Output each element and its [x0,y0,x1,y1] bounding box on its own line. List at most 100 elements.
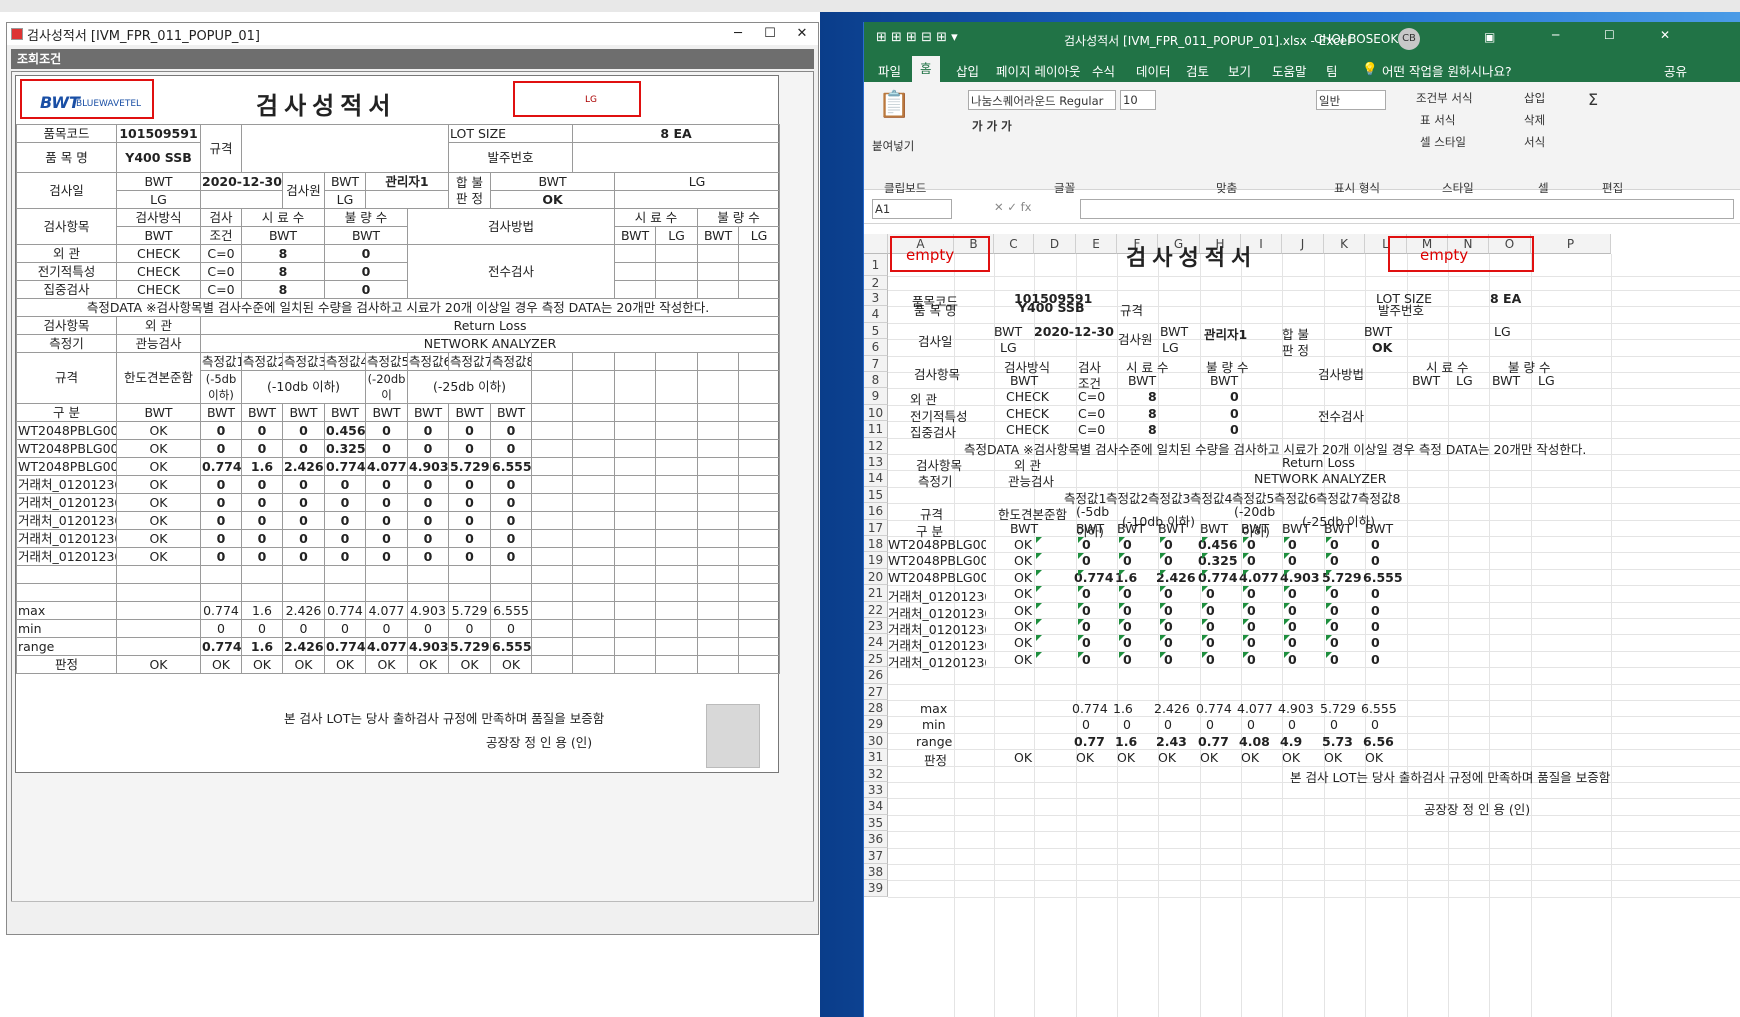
cell: 0 [1082,717,1090,733]
format-as-table-button[interactable]: 표 서식 [1420,112,1455,128]
cell: 5.729 [1320,701,1356,716]
row-header[interactable]: 6 [864,339,888,356]
tell-me-input[interactable]: 어떤 작업을 원하시나요? [1382,61,1512,80]
row-header[interactable]: 26 [864,667,888,684]
row-header[interactable]: 4 [864,306,888,323]
sum-icon[interactable]: Σ [1588,90,1598,109]
conditional-format-button[interactable]: 조건부 서식 [1416,90,1473,106]
row-header[interactable]: 10 [864,404,888,422]
col-header[interactable]: E [1076,234,1117,254]
paste-button[interactable]: 붙여넣기 [872,138,914,154]
bold-button[interactable]: 가 가 가 [972,118,1012,134]
row-header[interactable]: 11 [864,421,888,438]
delete-cells-button[interactable]: 삭제 [1524,112,1545,128]
close-button[interactable]: ✕ [786,23,818,45]
user-avatar[interactable]: CB [1398,28,1420,50]
maximize-button[interactable]: ☐ [1604,28,1615,42]
row-header[interactable]: 24 [864,634,888,651]
tab-help[interactable]: 도움말 [1272,61,1307,80]
row-header[interactable]: 25 [864,650,888,668]
row-header[interactable]: 12 [864,437,888,454]
cell: 2020-12-30 [1034,323,1114,339]
tab-data[interactable]: 데이터 [1136,61,1171,80]
row-header[interactable]: 2 [864,276,888,290]
row-header[interactable]: 31 [864,749,888,766]
tab-formulas[interactable]: 수식 [1092,61,1115,80]
row-header[interactable]: 36 [864,831,888,848]
row-header[interactable]: 37 [864,847,888,864]
row-header[interactable]: 19 [864,552,888,569]
cell: LG [1162,340,1179,356]
row-header[interactable]: 7 [864,355,888,372]
col-header[interactable]: K [1324,234,1365,254]
qat-icons[interactable]: ⊞ ⊞ ⊞ ⊟ ⊞ ▾ [876,30,958,45]
row-header[interactable]: 17 [864,519,888,536]
insert-cells-button[interactable]: 삽입 [1524,90,1545,106]
spreadsheet-grid[interactable]: A B C D E F G H I J K L M N O P 1 2 3 4 5 6 7 8 9 10 11 12 13 14 15 16 1… [864,234,1740,1017]
row-header[interactable]: 39 [864,880,888,897]
row-header[interactable]: 5 [864,322,888,340]
row-header[interactable]: 35 [864,814,888,832]
row-header[interactable]: 27 [864,683,888,700]
row-header[interactable]: 9 [864,388,888,405]
name-box[interactable]: A1 [872,199,952,219]
tab-home[interactable]: 홈 [912,56,940,82]
cell: LG [1456,373,1473,388]
error-indicator [1243,602,1249,609]
row-header[interactable]: 28 [864,700,888,717]
row-header[interactable]: 33 [864,782,888,799]
tab-file[interactable]: 파일 [878,61,901,80]
tab-team[interactable]: 팀 [1326,61,1338,80]
row-header[interactable]: 16 [864,503,888,520]
row-header[interactable]: 13 [864,454,888,471]
format-cells-button[interactable]: 서식 [1524,134,1545,150]
row-header[interactable]: 8 [864,372,888,389]
row-header[interactable]: 22 [864,601,888,618]
error-indicator [1243,651,1249,658]
row-header[interactable]: 38 [864,864,888,881]
cell: BWT [1210,373,1239,388]
row-header[interactable]: 1 [864,254,888,276]
cell: BWT [1282,520,1311,536]
col-header[interactable]: C [994,234,1034,254]
col-header[interactable]: P [1531,234,1611,254]
report-heading: 검사성적서 [256,92,397,120]
empty-logo-right: empty [1388,236,1534,272]
cell: BWT [1200,520,1229,536]
row-header[interactable]: 15 [864,486,888,504]
error-indicator [1243,635,1249,642]
report-table: 품목코드 101509591 규격 LOT SIZE 8 EA 품 목 명 Y400 SS… [15,124,781,674]
minimize-button[interactable]: ─ [722,23,754,45]
error-indicator [1202,569,1208,576]
row-header[interactable]: 18 [864,536,888,553]
row-header[interactable]: 30 [864,732,888,750]
share-button[interactable]: 공유 [1664,61,1687,80]
row-header[interactable]: 29 [864,716,888,733]
tab-view[interactable]: 보기 [1228,61,1251,80]
paste-icon[interactable]: 📋 [878,90,910,120]
error-indicator [1284,569,1290,576]
tab-insert[interactable]: 삽입 [956,61,979,80]
row-header[interactable]: 20 [864,568,888,586]
col-header[interactable]: D [1034,234,1076,254]
row-header[interactable]: 14 [864,470,888,487]
cell: OK [1014,537,1033,552]
cell: 4.08 [1239,733,1270,749]
tab-review[interactable]: 검토 [1186,61,1209,80]
row-header[interactable]: 21 [864,585,888,602]
formula-input[interactable] [1080,199,1734,219]
font-size-select[interactable]: 10 [1120,90,1156,110]
row-header[interactable]: 23 [864,618,888,635]
maximize-button[interactable]: ☐ [754,23,786,45]
number-format-select[interactable]: 일반 [1316,90,1386,110]
row-header[interactable]: 3 [864,290,888,307]
cell-styles-button[interactable]: 셀 스타일 [1420,134,1466,150]
col-header[interactable]: J [1282,234,1324,254]
minimize-button[interactable]: ─ [1552,28,1559,42]
font-name-select[interactable]: 나눔스퀘어라운드 Regular [968,90,1116,110]
row-header[interactable]: 32 [864,765,888,782]
tab-page-layout[interactable]: 페이지 레이아웃 [996,61,1080,80]
row-header[interactable]: 34 [864,798,888,815]
close-button[interactable]: ✕ [1660,28,1670,42]
ribbon-display-icon[interactable]: ▣ [1484,30,1495,44]
